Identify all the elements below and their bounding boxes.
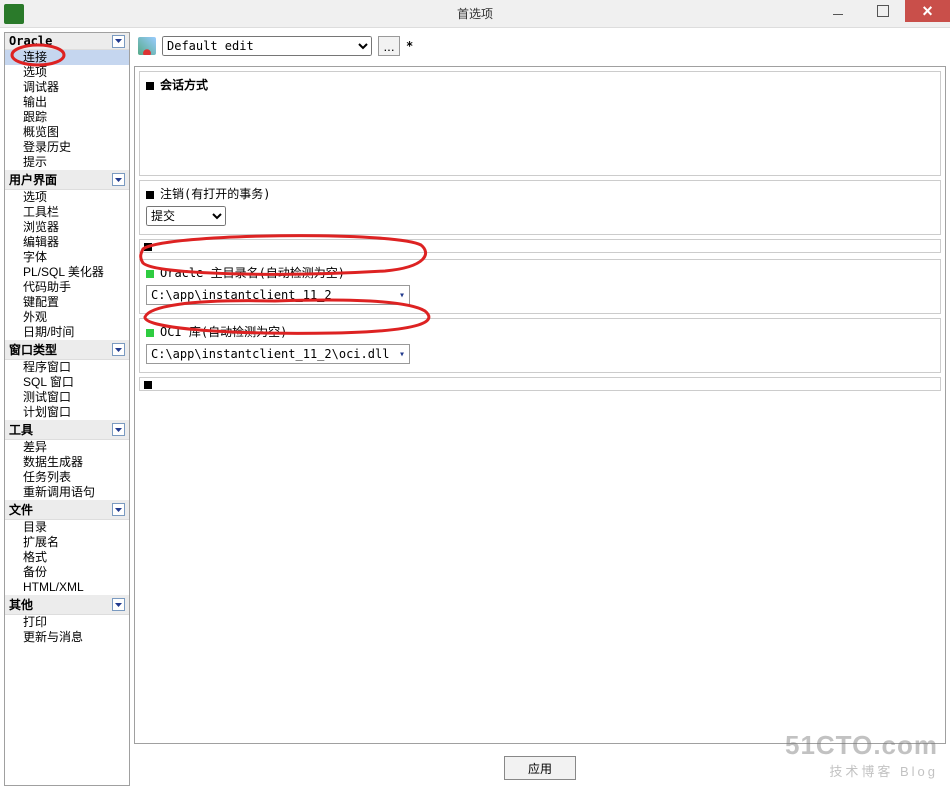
- sidebar-group-label: Oracle: [9, 34, 52, 48]
- sidebar-item[interactable]: 差异: [5, 440, 129, 455]
- sidebar-group-header[interactable]: 文件: [5, 500, 129, 520]
- expander-icon[interactable]: [144, 243, 152, 251]
- sidebar-item[interactable]: 数据生成器: [5, 455, 129, 470]
- sidebar-item[interactable]: 测试窗口: [5, 390, 129, 405]
- commit-mode-select[interactable]: 提交: [146, 206, 226, 226]
- sidebar-item[interactable]: 浏览器: [5, 220, 129, 235]
- sidebar-group-label: 窗口类型: [9, 341, 57, 358]
- watermark-line1: 51CTO.com: [785, 730, 938, 761]
- sidebar-item[interactable]: 备份: [5, 565, 129, 580]
- sidebar-item[interactable]: 选项: [5, 65, 129, 80]
- sidebar-group-header[interactable]: Oracle: [5, 33, 129, 50]
- section-oracle-home: Oracle 主目录名(自动检测为空) C:\app\instantclient…: [139, 259, 941, 314]
- content-area: Default edit ... * 会话方式 注销(有打开的事务): [134, 32, 946, 786]
- chevron-down-icon[interactable]: [112, 423, 125, 436]
- titlebar: 首选项 ×: [0, 0, 950, 28]
- sidebar-item[interactable]: 选项: [5, 190, 129, 205]
- sidebar-item[interactable]: 打印: [5, 615, 129, 630]
- sidebar-group-label: 其他: [9, 596, 33, 613]
- watermark-line2: 技术博客 Blog: [785, 761, 938, 780]
- sidebar-item[interactable]: 程序窗口: [5, 360, 129, 375]
- minimize-button[interactable]: [815, 0, 860, 22]
- maximize-button[interactable]: [860, 0, 905, 22]
- sidebar-item[interactable]: 提示: [5, 155, 129, 170]
- sidebar-item[interactable]: 计划窗口: [5, 405, 129, 420]
- sidebar-group-label: 工具: [9, 421, 33, 438]
- chevron-down-icon[interactable]: [112, 343, 125, 356]
- sidebar-item[interactable]: 目录: [5, 520, 129, 535]
- chevron-down-icon[interactable]: [112, 173, 125, 186]
- sidebar-item[interactable]: 输出: [5, 95, 129, 110]
- watermark: 51CTO.com 技术博客 Blog: [785, 730, 938, 780]
- sidebar-item[interactable]: 代码助手: [5, 280, 129, 295]
- sidebar-item[interactable]: 格式: [5, 550, 129, 565]
- sidebar-item[interactable]: 调试器: [5, 80, 129, 95]
- chevron-down-icon[interactable]: [112, 503, 125, 516]
- ellipsis-button[interactable]: ...: [378, 36, 400, 56]
- section-session-mode: 会话方式: [139, 71, 941, 176]
- sidebar-item[interactable]: SQL 窗口: [5, 375, 129, 390]
- chevron-down-icon[interactable]: [112, 598, 125, 611]
- section-logoff: 注销(有打开的事务) 提交: [139, 180, 941, 235]
- section-title: Oracle 主目录名(自动检测为空): [160, 264, 345, 281]
- window-controls: ×: [815, 0, 950, 22]
- sidebar-item[interactable]: 扩展名: [5, 535, 129, 550]
- sidebar-item[interactable]: 外观: [5, 310, 129, 325]
- expander-icon[interactable]: [144, 381, 152, 389]
- sidebar-item[interactable]: 登录历史: [5, 140, 129, 155]
- chevron-down-icon[interactable]: ▾: [399, 290, 405, 301]
- expander-icon[interactable]: [146, 270, 154, 278]
- sidebar-group-header[interactable]: 其他: [5, 595, 129, 615]
- sidebar-item[interactable]: HTML/XML: [5, 580, 129, 595]
- window-title: 首选项: [457, 5, 493, 22]
- profile-select[interactable]: Default edit: [162, 36, 372, 56]
- sidebar-item[interactable]: 重新调用语句: [5, 485, 129, 500]
- sidebar: Oracle连接选项调试器输出跟踪概览图登录历史提示用户界面选项工具栏浏览器编辑…: [4, 32, 130, 786]
- sidebar-group-header[interactable]: 用户界面: [5, 170, 129, 190]
- oci-lib-input[interactable]: C:\app\instantclient_11_2\oci.dll ▾: [146, 344, 410, 364]
- sidebar-item[interactable]: 概览图: [5, 125, 129, 140]
- panel-area: 会话方式 注销(有打开的事务) 提交: [134, 66, 946, 744]
- oci-lib-value: C:\app\instantclient_11_2\oci.dll: [151, 347, 389, 361]
- oracle-home-value: C:\app\instantclient_11_2: [151, 288, 332, 302]
- sidebar-group-label: 文件: [9, 501, 33, 518]
- sidebar-item[interactable]: 字体: [5, 250, 129, 265]
- section-oci-lib: OCI 库(自动检测为空) C:\app\instantclient_11_2\…: [139, 318, 941, 373]
- chevron-down-icon[interactable]: [112, 35, 125, 48]
- main-layout: Oracle连接选项调试器输出跟踪概览图登录历史提示用户界面选项工具栏浏览器编辑…: [0, 28, 950, 790]
- section-title: OCI 库(自动检测为空): [160, 323, 287, 340]
- close-button[interactable]: ×: [905, 0, 950, 22]
- sidebar-item[interactable]: 跟踪: [5, 110, 129, 125]
- oracle-home-input[interactable]: C:\app\instantclient_11_2 ▾: [146, 285, 410, 305]
- chevron-down-icon[interactable]: ▾: [399, 349, 405, 360]
- sidebar-item[interactable]: PL/SQL 美化器: [5, 265, 129, 280]
- sidebar-item[interactable]: 编辑器: [5, 235, 129, 250]
- collapsed-section[interactable]: [139, 239, 941, 253]
- sidebar-item[interactable]: 日期/时间: [5, 325, 129, 340]
- expander-icon[interactable]: [146, 329, 154, 337]
- section-title: 会话方式: [160, 76, 208, 93]
- section-title: 注销(有打开的事务): [160, 185, 270, 202]
- profile-icon: [138, 37, 156, 55]
- expander-icon[interactable]: [146, 191, 154, 199]
- collapsed-section[interactable]: [139, 377, 941, 391]
- apply-button[interactable]: 应用: [504, 756, 576, 780]
- expander-icon[interactable]: [146, 82, 154, 90]
- app-icon: [4, 4, 24, 24]
- sidebar-item[interactable]: 键配置: [5, 295, 129, 310]
- sidebar-item[interactable]: 连接: [5, 50, 129, 65]
- sidebar-item[interactable]: 工具栏: [5, 205, 129, 220]
- sidebar-group-header[interactable]: 工具: [5, 420, 129, 440]
- toolbar: Default edit ... *: [134, 32, 946, 60]
- sidebar-item[interactable]: 更新与消息: [5, 630, 129, 645]
- sidebar-group-header[interactable]: 窗口类型: [5, 340, 129, 360]
- sidebar-item[interactable]: 任务列表: [5, 470, 129, 485]
- sidebar-group-label: 用户界面: [9, 171, 57, 188]
- modified-indicator: *: [406, 39, 413, 53]
